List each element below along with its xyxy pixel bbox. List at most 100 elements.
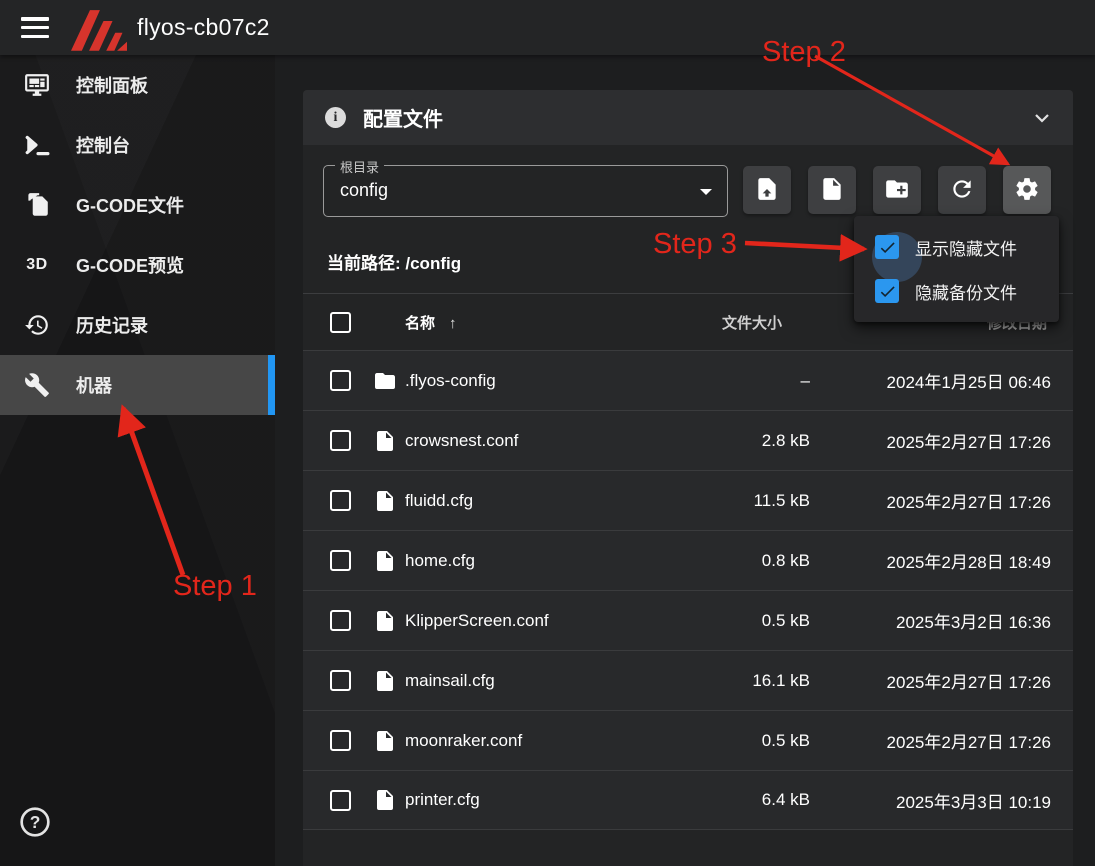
file-icon [359,788,405,812]
app-title: flyos-cb07c2 [137,14,270,41]
row-checkbox[interactable] [330,730,351,751]
file-size: 0.5 kB [640,611,810,631]
select-label: 根目录 [335,157,384,176]
sidebar-item-label: 控制台 [76,132,130,158]
sidebar-item-machine[interactable]: 机器 [0,355,275,415]
file-row[interactable]: mainsail.cfg16.1 kB2025年2月27日 17:26 [303,650,1073,710]
row-checkbox[interactable] [330,610,351,631]
settings-button[interactable] [1003,166,1051,214]
menu-item-label: 隐藏备份文件 [915,279,1017,304]
settings-menu: 显示隐藏文件隐藏备份文件 [854,216,1059,322]
file-row[interactable]: home.cfg0.8 kB2025年2月28日 18:49 [303,530,1073,590]
file-row[interactable]: KlipperScreen.conf0.5 kB2025年3月2日 16:36 [303,590,1073,650]
topbar: flyos-cb07c2 [0,0,1095,55]
file-size: – [640,371,810,391]
sidebar-item-label: 历史记录 [76,312,148,338]
sidebar-item-gcode-files[interactable]: G-CODE文件 [0,175,275,235]
refresh-button[interactable] [938,166,986,214]
panel-title: 配置文件 [363,103,443,132]
sidebar-item-console[interactable]: 控制台 [0,115,275,175]
file-size: 11.5 kB [640,491,810,511]
file-size: 2.8 kB [640,431,810,451]
gear-icon [1014,176,1040,205]
file-size: 6.4 kB [640,790,810,810]
file-size: 0.8 kB [640,551,810,571]
select-all-checkbox[interactable] [330,312,351,333]
upload-file-button[interactable] [743,166,791,214]
menu-item-show-hidden-files[interactable]: 显示隐藏文件 [854,225,1059,269]
file-icon [359,429,405,453]
help-icon[interactable]: ? [19,806,51,838]
file-date: 2025年2月27日 17:26 [810,728,1073,753]
row-checkbox[interactable] [330,670,351,691]
sidebar-item-label: G-CODE文件 [76,192,184,218]
file-row[interactable]: moonraker.conf0.5 kB2025年2月27日 17:26 [303,710,1073,770]
file-icon [359,729,405,753]
file-date: 2024年1月25日 06:46 [810,368,1073,393]
file-size: 0.5 kB [640,731,810,751]
sidebar-item-dashboard[interactable]: 控制面板 [0,55,275,115]
header-size[interactable]: 文件大小 [640,312,810,333]
file-row[interactable]: fluidd.cfg11.5 kB2025年2月27日 17:26 [303,470,1073,530]
select-value: config [340,180,388,201]
app-window: flyos-cb07c2 控制面板控制台 G-CODE文件 3D G-CODE预览历史… [0,0,1095,866]
row-checkbox[interactable] [330,790,351,811]
create-file-button[interactable] [808,166,856,214]
file-row[interactable]: crowsnest.conf2.8 kB2025年2月27日 17:26 [303,410,1073,470]
file-date: 2025年2月27日 17:26 [810,428,1073,453]
file-date: 2025年2月27日 17:26 [810,668,1073,693]
panel-header[interactable]: i 配置文件 [303,90,1073,145]
menu-item-label: 显示隐藏文件 [915,235,1017,260]
row-checkbox[interactable] [330,370,351,391]
3d-icon: 3D [22,251,52,279]
file-date: 2025年3月3日 10:19 [810,788,1073,813]
file-row[interactable]: printer.cfg6.4 kB2025年3月3日 10:19 [303,770,1073,830]
wrench-icon [22,371,52,399]
file-name: printer.cfg [405,790,640,810]
sidebar: 控制面板控制台 G-CODE文件 3D G-CODE预览历史记录机器 ? [0,55,275,866]
sidebar-item-label: 控制面板 [76,72,148,98]
checkbox-checked-icon[interactable] [875,235,899,259]
header-name[interactable]: 名称↑ [405,312,640,333]
file-toolbar [743,166,1051,214]
file-upload-icon [754,176,780,205]
sidebar-item-label: G-CODE预览 [76,252,184,278]
file-icon [359,669,405,693]
sidebar-item-history[interactable]: 历史记录 [0,295,275,355]
checkbox-checked-icon[interactable] [875,279,899,303]
root-directory-select[interactable]: 根目录 config [323,165,728,217]
caret-down-icon [700,189,712,195]
file-name: crowsnest.conf [405,431,640,451]
current-path: 当前路径: /config [327,249,461,274]
row-checkbox[interactable] [330,490,351,511]
chevron-down-icon[interactable] [1033,109,1051,127]
config-files-panel: i 配置文件 根目录 config 当前路径: /config 名称↑ 文件大小… [303,90,1073,866]
file-icon [359,489,405,513]
file-icon [359,549,405,573]
file-name: KlipperScreen.conf [405,611,640,631]
svg-text:?: ? [30,812,41,832]
file-size: 16.1 kB [640,671,810,691]
file-table: .flyos-config–2024年1月25日 06:46crowsnest.… [303,350,1073,830]
file-date: 2025年2月28日 18:49 [810,548,1073,573]
file-name: .flyos-config [405,371,640,391]
refresh-icon [949,176,975,205]
hamburger-icon[interactable] [21,17,49,38]
create-folder-button[interactable] [873,166,921,214]
folder-plus-icon [884,176,910,205]
console-icon [22,131,52,159]
info-icon: i [325,107,346,128]
sidebar-item-label: 机器 [76,372,112,398]
file-plus-icon [819,176,845,205]
file-name: moonraker.conf [405,731,640,751]
row-checkbox[interactable] [330,430,351,451]
file-name: fluidd.cfg [405,491,640,511]
sidebar-item-gcode-preview[interactable]: 3D G-CODE预览 [0,235,275,295]
history-icon [22,311,52,339]
file-row[interactable]: .flyos-config–2024年1月25日 06:46 [303,350,1073,410]
sort-asc-icon: ↑ [449,315,457,332]
file-date: 2025年2月27日 17:26 [810,488,1073,513]
row-checkbox[interactable] [330,550,351,571]
folder-icon [359,369,405,393]
flyos-logo [71,9,127,51]
